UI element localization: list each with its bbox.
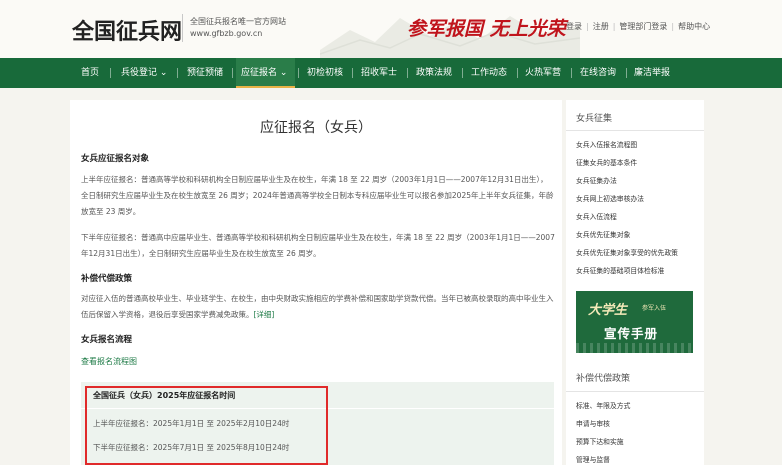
- nav-item-home[interactable]: 首页: [81, 58, 103, 88]
- nav-separator: [517, 68, 518, 78]
- nav-separator: [407, 68, 408, 78]
- login-link[interactable]: 登录: [566, 22, 582, 31]
- flowchart-link[interactable]: 查看报名流程图: [81, 356, 137, 367]
- banner-line1: 大学生: [588, 303, 628, 318]
- nav-item-application[interactable]: 应征报名 ⌄: [236, 58, 295, 88]
- target-para-first-half: 上半年应征报名：普通高等学校和科研机构全日制应届毕业生及在校生，年满 18 至 …: [81, 175, 554, 216]
- sidebar-item-supervision[interactable]: 管理与监督: [576, 454, 610, 464]
- main-nav: 首页 兵役登记 ⌄ 预征预储 应征报名 ⌄ 初检初核 招收军士 政策法规 工作动…: [0, 58, 782, 88]
- site-header: 全国征兵网 全国征兵报名唯一官方网站 www.gfbzb.gov.cn 参军报国…: [0, 0, 782, 58]
- link-separator: |: [612, 22, 616, 31]
- site-logo-title[interactable]: 全国征兵网: [72, 14, 182, 46]
- compensation-text: 对应征入伍的普通高校毕业生、毕业班学生、在校生，由中央财政实施相应的学费补偿和国…: [81, 294, 554, 319]
- logo-divider: [182, 14, 183, 42]
- slogan-calligraphy: 参军报国 无上光荣: [407, 18, 566, 40]
- logo-subtitle: 全国征兵报名唯一官方网站: [190, 17, 286, 26]
- page-title: 应征报名（女兵）: [260, 120, 372, 136]
- student-handbook-banner[interactable]: 大学生 参军入伍 宣传手册: [576, 291, 693, 353]
- target-heading: 女兵应征报名对象: [81, 154, 150, 164]
- sidebar-item-medical-standards[interactable]: 女兵征集的基础项目体检标准: [576, 265, 664, 275]
- compensation-heading: 补偿代偿政策: [81, 274, 133, 284]
- nav-separator: [571, 68, 572, 78]
- help-center-link[interactable]: 帮助中心: [678, 22, 710, 31]
- nav-separator: [298, 68, 299, 78]
- sidebar-item-online-review[interactable]: 女兵网上初选审核办法: [576, 193, 644, 203]
- sidebar-item-enlistment-process[interactable]: 女兵入伍流程: [576, 211, 617, 221]
- top-links: 登录 | 注册 | 管理部门登录 | 帮助中心: [566, 21, 710, 32]
- sidebar-item-budget[interactable]: 预算下达和实施: [576, 436, 624, 446]
- banner-line2: 参军入伍: [642, 305, 667, 312]
- admin-login-link[interactable]: 管理部门登录: [619, 22, 667, 31]
- sidebar-item-priority-policies[interactable]: 女兵优先征集对象享受的优先政策: [576, 247, 678, 257]
- details-link[interactable]: [详细]: [254, 310, 275, 319]
- nav-item-work-news[interactable]: 工作动态: [471, 58, 511, 88]
- sidebar-divider: [566, 391, 704, 392]
- nav-item-policies[interactable]: 政策法规: [416, 58, 456, 88]
- banner-line3: 宣传手册: [604, 326, 659, 341]
- link-separator: |: [671, 22, 675, 31]
- sidebar-item-application-review[interactable]: 申请与审核: [576, 418, 610, 428]
- nav-separator: [232, 68, 233, 78]
- flow-heading: 女兵报名流程: [81, 335, 133, 345]
- nav-separator: [462, 68, 463, 78]
- sidebar-item-priority-targets[interactable]: 女兵优先征集对象: [576, 229, 630, 239]
- compensation-para: 对应征入伍的普通高校毕业生、毕业班学生、在校生，由中央财政实施相应的学费补偿和国…: [81, 291, 555, 323]
- nav-item-integrity-report[interactable]: 廉洁举报: [634, 58, 674, 88]
- highlight-frame: [85, 386, 328, 465]
- nav-item-military-registration[interactable]: 兵役登记 ⌄: [121, 58, 171, 88]
- nav-item-pre-recruitment[interactable]: 预征预储: [187, 58, 227, 88]
- nav-separator: [626, 68, 627, 78]
- sidebar-item-flowchart[interactable]: 女兵入伍报名流程图: [576, 139, 637, 149]
- banner-stripes: [576, 343, 693, 353]
- sidebar: 女兵征集 女兵入伍报名流程图 征集女兵的基本条件 女兵征集办法 女兵网上初选审核…: [566, 100, 704, 465]
- target-para-second-half: 下半年应征报名：普通高中应届毕业生、普通高等学校和科研机构全日制应届毕业生及在校…: [81, 233, 555, 258]
- nav-item-initial-check[interactable]: 初检初核: [307, 58, 347, 88]
- nav-item-online-consult[interactable]: 在线咨询: [580, 58, 620, 88]
- nav-item-barracks[interactable]: 火热军营: [525, 58, 565, 88]
- logo-url: www.gfbzb.gov.cn: [190, 29, 263, 38]
- nav-item-nco-recruitment[interactable]: 招收军士: [361, 58, 401, 88]
- nav-separator: [352, 68, 353, 78]
- sidebar-heading-female-recruitment: 女兵征集: [576, 114, 613, 124]
- sidebar-item-recruitment-method[interactable]: 女兵征集办法: [576, 175, 617, 185]
- link-separator: |: [586, 22, 589, 31]
- sidebar-item-basic-conditions[interactable]: 征集女兵的基本条件: [576, 157, 637, 167]
- nav-separator: [177, 68, 178, 78]
- nav-separator: [110, 68, 111, 78]
- sidebar-divider: [566, 130, 704, 131]
- sidebar-heading-compensation: 补偿代偿政策: [576, 374, 631, 384]
- register-link[interactable]: 注册: [593, 22, 609, 31]
- sidebar-item-standards[interactable]: 标准、年限及方式: [576, 400, 630, 410]
